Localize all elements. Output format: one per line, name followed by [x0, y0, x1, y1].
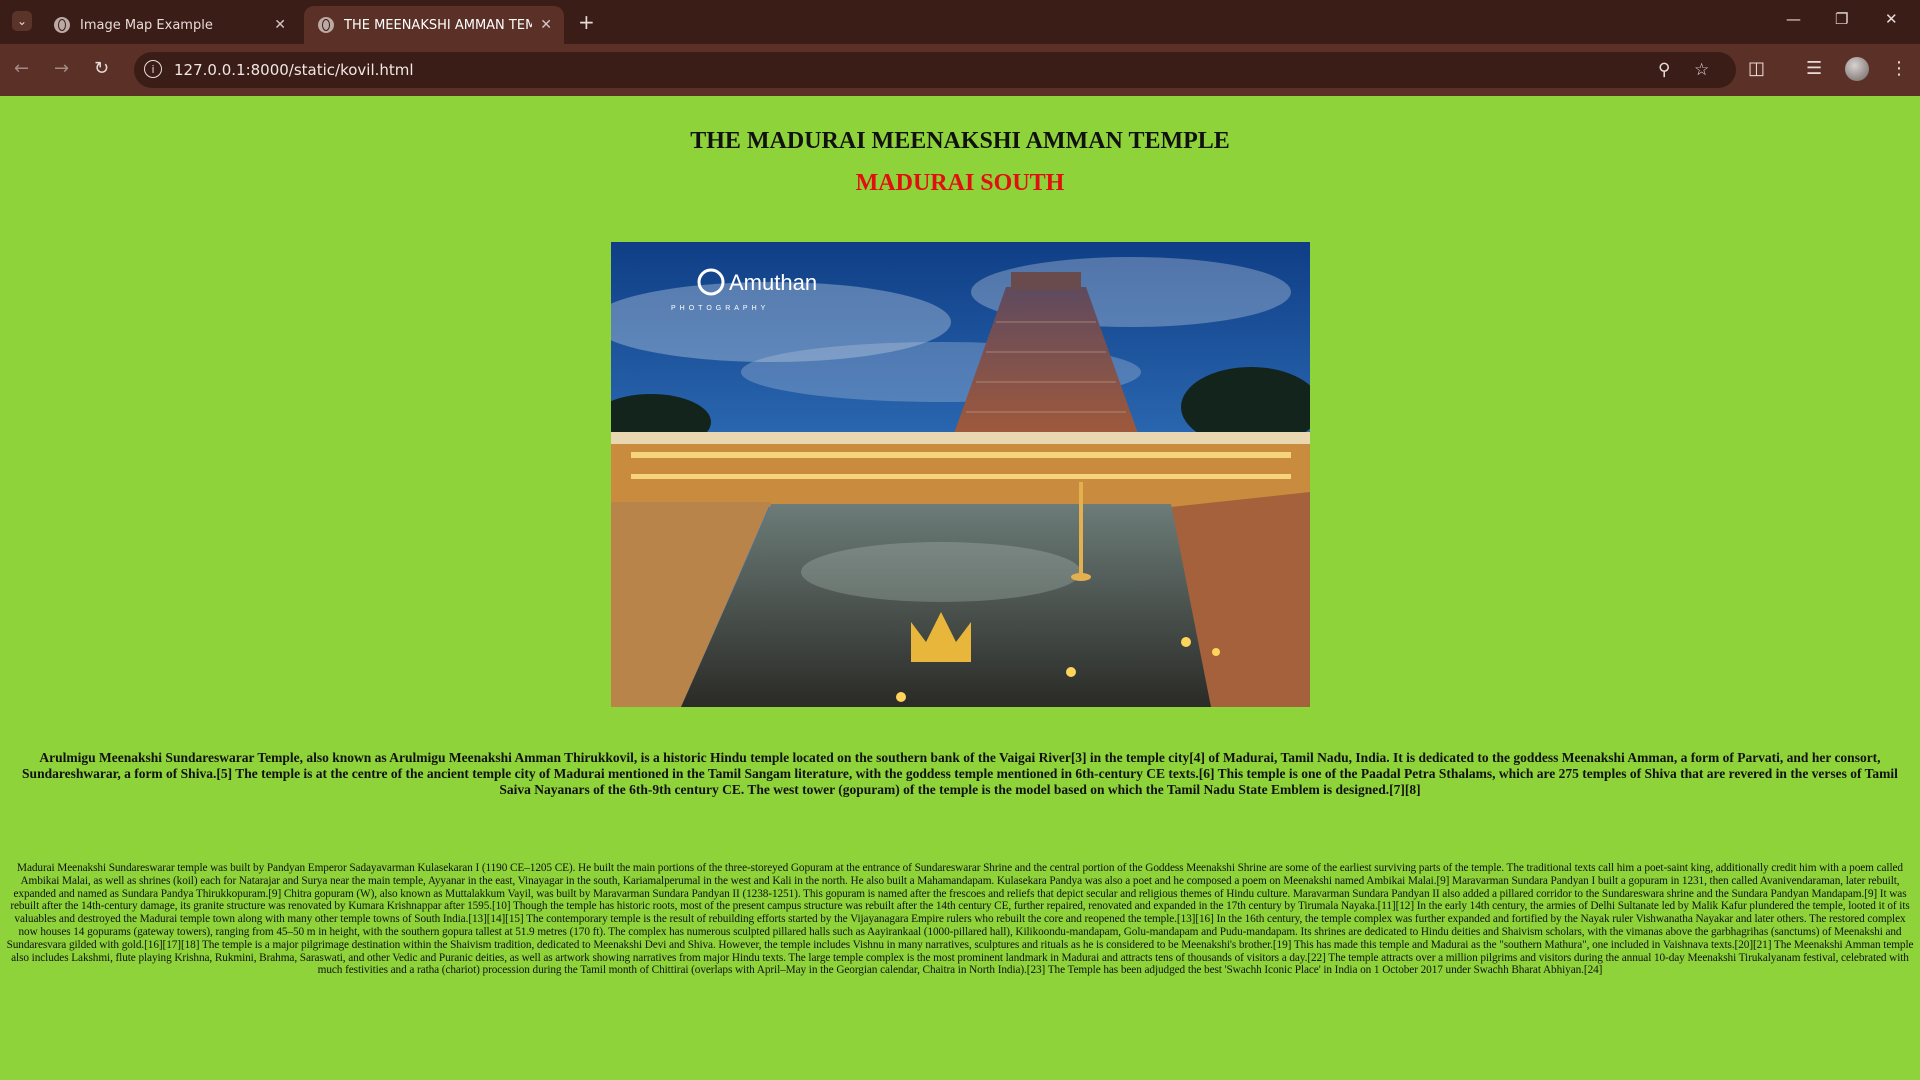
close-icon[interactable]: ✕ — [274, 17, 286, 33]
reload-icon[interactable]: ↻ — [94, 58, 109, 79]
page-subtitle: MADURAI SOUTH — [855, 170, 1065, 196]
media-control-icon[interactable]: ☰ — [1806, 58, 1822, 79]
page-content: THE MADURAI MEENAKSHI AMMAN TEMPLE MADUR… — [0, 96, 1920, 1080]
browser-toolbar: ← → ↻ i 127.0.0.1:8000/static/kovil.html… — [0, 44, 1920, 96]
window-close-icon[interactable]: ✕ — [1885, 10, 1898, 28]
image-watermark: Amuthan — [729, 270, 817, 295]
globe-favicon-icon — [318, 17, 334, 33]
tab-meenakshi-amman-temple[interactable]: THE MEENAKSHI AMMAN TEM ✕ — [304, 6, 564, 44]
maximize-icon[interactable]: ❐ — [1835, 10, 1848, 28]
zoom-icon[interactable]: ⚲ — [1658, 60, 1670, 80]
site-info-icon[interactable]: i — [144, 60, 162, 78]
forward-icon[interactable]: → — [54, 58, 69, 79]
page-title: THE MADURAI MEENAKSHI AMMAN TEMPLE — [690, 128, 1230, 154]
minimize-icon[interactable]: — — [1786, 10, 1801, 28]
tab-strip: ⌄ Image Map Example ✕ THE MEENAKSHI AMMA… — [0, 0, 1920, 44]
profile-avatar[interactable] — [1845, 57, 1869, 81]
bookmark-star-icon[interactable]: ☆ — [1694, 60, 1709, 80]
close-icon[interactable]: ✕ — [540, 17, 552, 33]
back-icon[interactable]: ← — [14, 58, 29, 79]
kebab-menu-icon[interactable]: ⋮ — [1890, 58, 1908, 79]
tab-image-map-example[interactable]: Image Map Example ✕ — [40, 6, 298, 44]
svg-text:PHOTOGRAPHY: PHOTOGRAPHY — [671, 305, 769, 312]
new-tab-icon[interactable]: + — [578, 10, 595, 34]
globe-favicon-icon — [54, 17, 70, 33]
address-bar[interactable]: i 127.0.0.1:8000/static/kovil.html ⚲ ☆ — [134, 52, 1736, 88]
temple-photo: Amuthan PHOTOGRAPHY — [611, 242, 1310, 707]
intro-paragraph: Arulmigu Meenakshi Sundareswarar Temple,… — [22, 750, 1898, 797]
tab-title: Image Map Example — [80, 17, 213, 33]
tab-title: THE MEENAKSHI AMMAN TEM — [344, 17, 533, 33]
url-text[interactable]: 127.0.0.1:8000/static/kovil.html — [174, 61, 414, 79]
tab-search-icon[interactable]: ⌄ — [12, 11, 32, 31]
extensions-icon[interactable]: ◫ — [1748, 58, 1765, 79]
history-paragraph: Madurai Meenakshi Sundareswarar temple w… — [6, 862, 1914, 977]
